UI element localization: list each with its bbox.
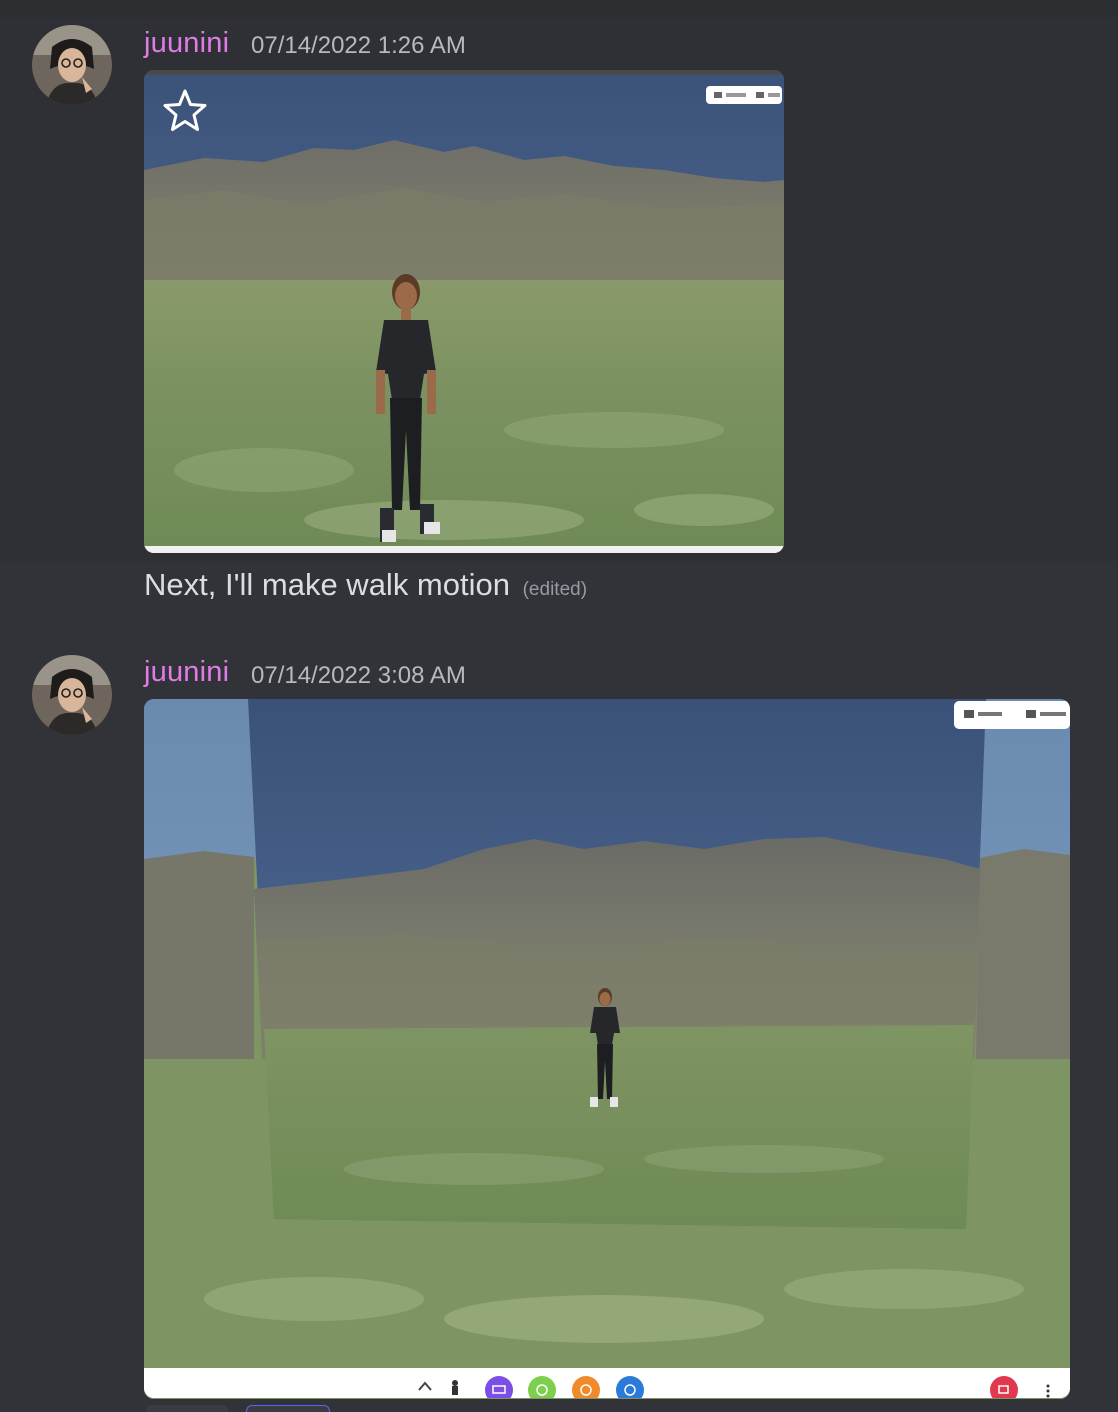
chevron-up-icon: [418, 1381, 432, 1391]
star-icon: [163, 89, 207, 131]
emoji-green-icon: [528, 1376, 556, 1404]
message-timestamp: 07/14/2022 3:08 AM: [251, 662, 466, 689]
avatar-figure-icon: [452, 1380, 458, 1395]
favorite-button[interactable]: [160, 87, 210, 135]
leave-call-icon: [990, 1376, 1018, 1404]
top-divider: [0, 0, 1118, 17]
message-text: Next, I'll make walk motion: [144, 567, 510, 602]
message-timestamp: 07/14/2022 1:26 AM: [251, 32, 466, 59]
scene-screenshot: [144, 70, 784, 553]
image-attachment[interactable]: [144, 70, 784, 553]
emoji-orange-icon: [572, 1376, 600, 1404]
more-vertical-icon: [1046, 1384, 1050, 1398]
message-author[interactable]: juunini: [144, 27, 229, 60]
chat-panel: juunini 07/14/2022 1:26 AM Next, I'll ma…: [0, 0, 1118, 1412]
message-author[interactable]: juunini: [144, 656, 229, 689]
message-content: Next, I'll make walk motion (edited): [144, 567, 587, 603]
reaction-pill-active[interactable]: [246, 1405, 330, 1412]
screenshot-toolbar: [144, 1368, 1070, 1404]
screen-share-icon: [485, 1376, 513, 1404]
user-avatar[interactable]: [32, 655, 112, 735]
user-avatar[interactable]: [32, 25, 112, 105]
reaction-pill[interactable]: [146, 1405, 228, 1412]
scene-screenshot: [144, 699, 1070, 1399]
edited-label: (edited): [522, 579, 588, 600]
avatar-photo-icon: [32, 25, 112, 105]
avatar-photo-icon: [32, 655, 112, 735]
chat-bubble-icon: [616, 1376, 644, 1404]
image-attachment[interactable]: [144, 699, 1070, 1399]
